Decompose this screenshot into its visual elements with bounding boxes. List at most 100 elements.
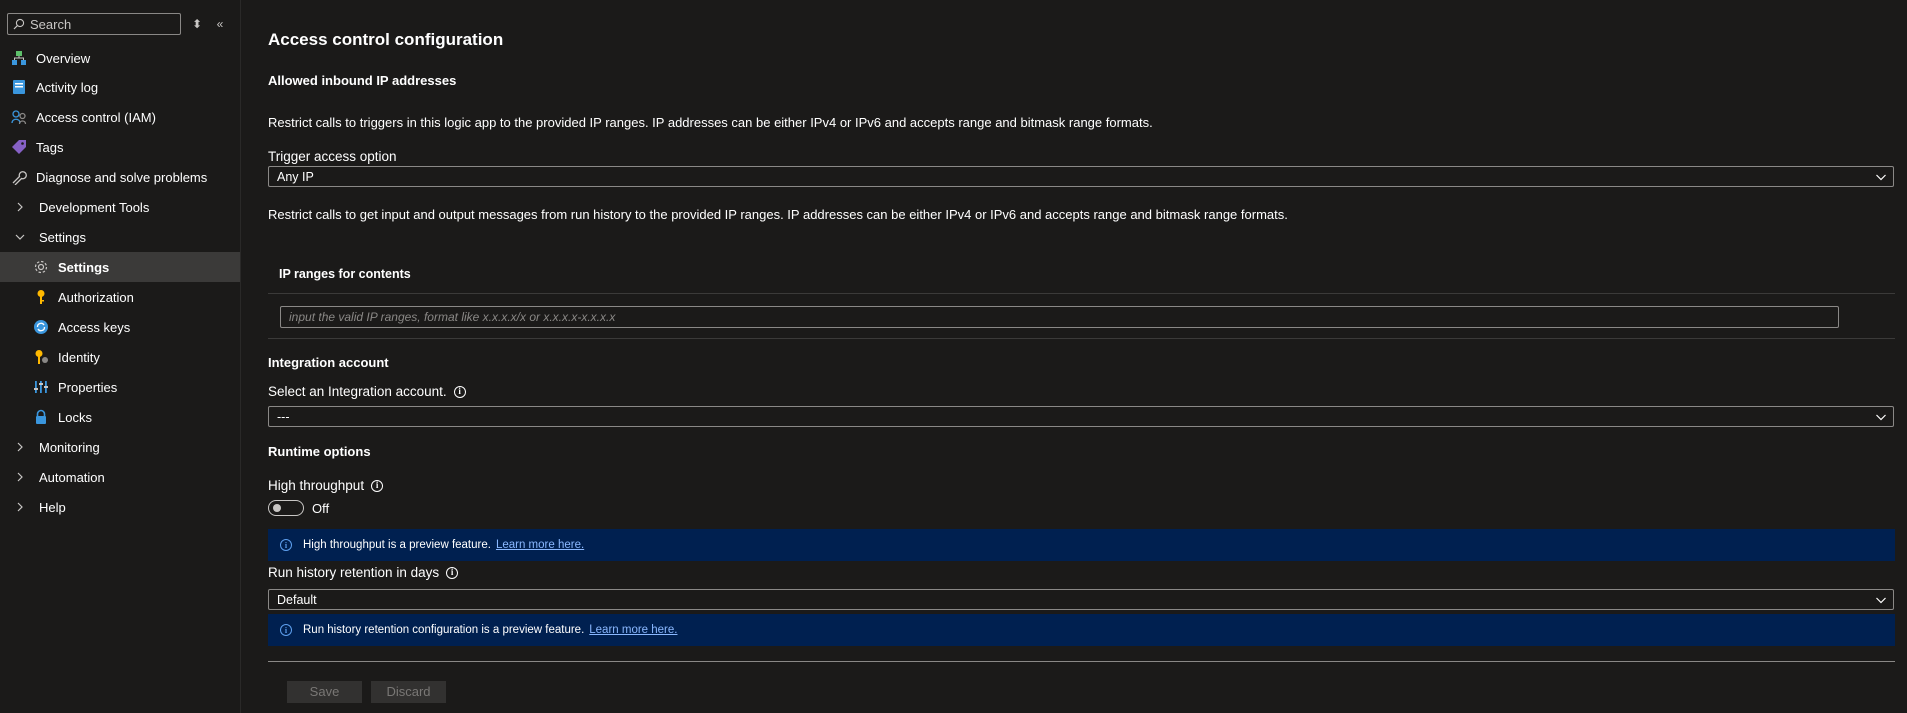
sidebar-item-iam[interactable]: Access control (IAM): [0, 102, 240, 132]
info-icon: i: [280, 539, 292, 551]
sidebar-item-locks[interactable]: Locks: [0, 402, 240, 432]
divider: [268, 293, 1895, 294]
gear-icon: [32, 258, 50, 276]
chevron-down-icon: [1876, 414, 1886, 421]
sidebar-item-access-keys[interactable]: Access keys: [0, 312, 240, 342]
trigger-access-label: Trigger access option: [268, 149, 397, 164]
retention-label: Run history retention in days i: [268, 565, 459, 580]
ip-ranges-input[interactable]: [280, 306, 1839, 328]
info-icon: i: [280, 624, 292, 636]
retention-info-text: Run history retention configuration is a…: [303, 624, 585, 636]
sidebar-item-label: Activity log: [36, 79, 99, 95]
collapse-sidebar-icon[interactable]: «: [212, 16, 228, 32]
integration-heading: Integration account: [268, 355, 389, 370]
search-box[interactable]: [7, 13, 181, 35]
info-icon[interactable]: i: [371, 479, 384, 492]
trigger-access-value: Any IP: [277, 169, 314, 184]
sidebar-item-label: Authorization: [58, 289, 134, 305]
sidebar-item-label: Identity: [58, 349, 100, 365]
sidebar-item-tags[interactable]: Tags: [0, 132, 240, 162]
chevron-right-icon: [13, 500, 27, 514]
sidebar-item-identity[interactable]: Identity: [0, 342, 240, 372]
trigger-description: Restrict calls to triggers in this logic…: [268, 115, 1153, 130]
sidebar-item-properties[interactable]: Properties: [0, 372, 240, 402]
chevron-down-icon: [13, 230, 27, 244]
sidebar-item-label: Help: [39, 499, 66, 515]
sidebar-group-monitoring[interactable]: Monitoring: [0, 432, 240, 462]
sidebar-item-label: Settings: [58, 259, 110, 275]
sidebar-group-automation[interactable]: Automation: [0, 462, 240, 492]
sidebar-item-overview[interactable]: Overview: [0, 43, 240, 73]
chevron-right-icon: [13, 440, 27, 454]
access-keys-icon: [32, 318, 50, 336]
retention-value: Default: [277, 592, 317, 607]
save-button[interactable]: Save: [287, 681, 362, 703]
runtime-heading: Runtime options: [268, 444, 371, 459]
identity-icon: [32, 348, 50, 366]
integration-account-dropdown[interactable]: ---: [268, 406, 1894, 427]
sidebar-item-label: Access control (IAM): [36, 109, 156, 125]
sidebar-item-activity-log[interactable]: Activity log: [0, 72, 240, 102]
contents-description: Restrict calls to get input and output m…: [268, 207, 1288, 222]
divider: [268, 661, 1895, 662]
search-input[interactable]: [30, 16, 176, 32]
throughput-toggle[interactable]: Off: [268, 500, 329, 516]
integration-label-text: Select an Integration account.: [268, 384, 447, 399]
info-icon[interactable]: i: [446, 566, 459, 579]
page-title: Access control configuration: [268, 30, 504, 49]
trigger-access-dropdown[interactable]: Any IP: [268, 166, 1894, 187]
learn-more-link[interactable]: Learn more here.: [496, 539, 584, 551]
retention-label-text: Run history retention in days: [268, 565, 440, 580]
throughput-label: High throughput i: [268, 478, 384, 493]
search-icon: [13, 18, 25, 30]
chevron-down-icon: [1876, 174, 1886, 181]
integration-label: Select an Integration account. i: [268, 384, 466, 399]
retention-dropdown[interactable]: Default: [268, 589, 1894, 610]
sidebar: ⬍ « Overview Activity log Access control…: [0, 0, 241, 713]
search-row: ⬍ «: [7, 13, 237, 35]
integration-account-value: ---: [277, 409, 290, 424]
info-icon[interactable]: i: [453, 385, 466, 398]
chevron-right-icon: [13, 200, 27, 214]
learn-more-link[interactable]: Learn more here.: [589, 624, 677, 636]
sidebar-item-label: Diagnose and solve problems: [36, 169, 208, 185]
sidebar-item-authorization[interactable]: Authorization: [0, 282, 240, 312]
throughput-info-bar: i High throughput is a preview feature. …: [268, 529, 1895, 561]
retention-info-bar: i Run history retention configuration is…: [268, 614, 1895, 646]
trigger-access-label-text: Trigger access option: [268, 149, 397, 164]
properties-icon: [32, 378, 50, 396]
sidebar-group-settings[interactable]: Settings: [0, 222, 240, 252]
throughput-state: Off: [312, 500, 330, 516]
ip-ranges-heading: IP ranges for contents: [279, 267, 411, 281]
toggle-track[interactable]: [268, 500, 304, 516]
key-icon: [32, 288, 50, 306]
toggle-knob: [273, 504, 281, 512]
inbound-heading: Allowed inbound IP addresses: [268, 73, 457, 88]
throughput-info-text: High throughput is a preview feature.: [303, 539, 491, 551]
sidebar-item-label: Development Tools: [39, 199, 150, 215]
sidebar-item-label: Settings: [39, 229, 86, 245]
overview-icon: [10, 49, 28, 67]
sidebar-item-label: Properties: [58, 379, 118, 395]
sidebar-item-settings[interactable]: Settings: [0, 252, 240, 282]
sidebar-item-label: Overview: [36, 50, 91, 66]
sidebar-group-help[interactable]: Help: [0, 492, 240, 522]
sort-icon[interactable]: ⬍: [189, 16, 205, 32]
throughput-label-text: High throughput: [268, 478, 365, 493]
sidebar-item-label: Monitoring: [39, 439, 100, 455]
chevron-down-icon: [1876, 597, 1886, 604]
sidebar-item-label: Locks: [58, 409, 92, 425]
sidebar-item-label: Tags: [36, 139, 64, 155]
wrench-icon: [10, 168, 28, 186]
discard-button[interactable]: Discard: [371, 681, 446, 703]
sidebar-group-development-tools[interactable]: Development Tools: [0, 192, 240, 222]
lock-icon: [32, 408, 50, 426]
chevron-right-icon: [13, 470, 27, 484]
tag-icon: [10, 138, 28, 156]
divider: [268, 338, 1895, 339]
sidebar-item-label: Access keys: [58, 319, 131, 335]
ip-ranges-section: IP ranges for contents: [268, 253, 1895, 339]
sidebar-item-diagnose[interactable]: Diagnose and solve problems: [0, 162, 240, 192]
iam-icon: [10, 108, 28, 126]
activity-log-icon: [10, 78, 28, 96]
